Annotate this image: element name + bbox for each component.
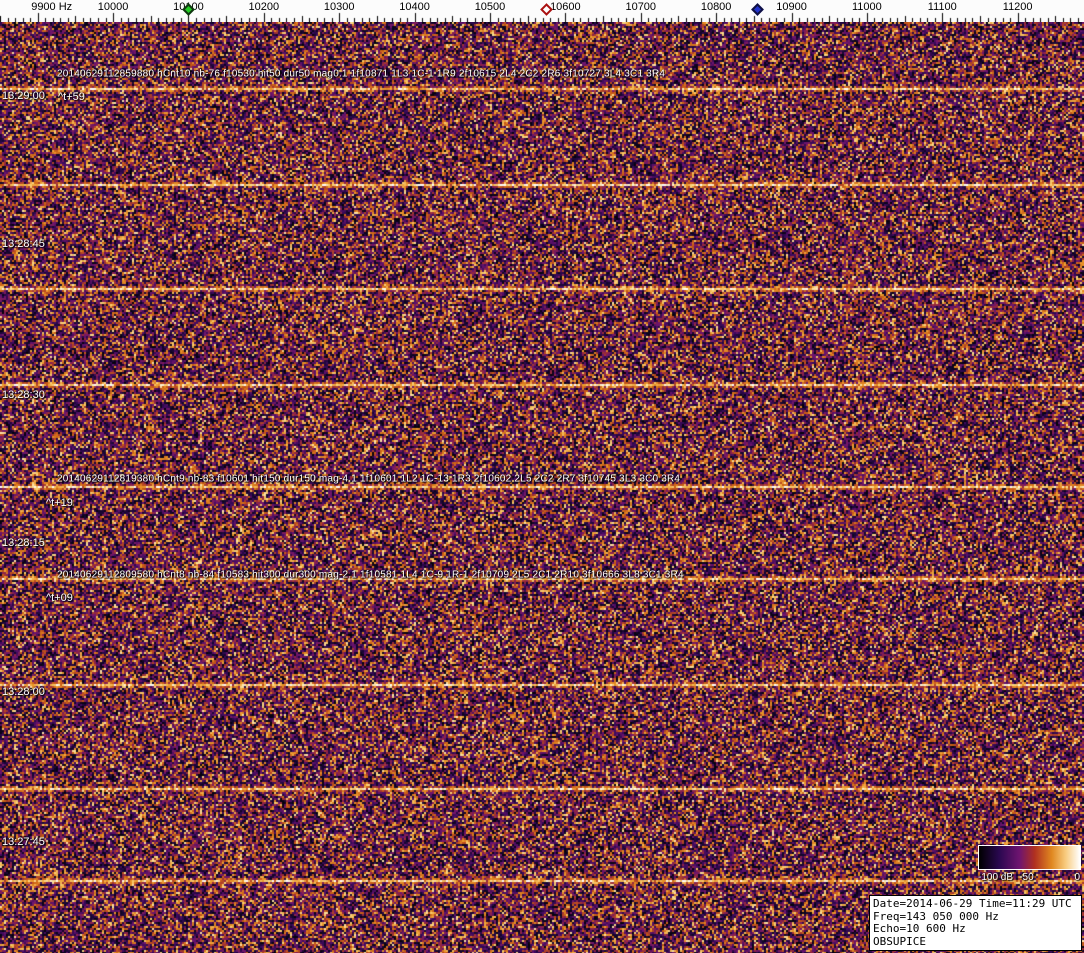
- freq-tick-label: 10900: [776, 1, 807, 13]
- freq-tick-label: 10400: [399, 1, 430, 13]
- meteor-spectrogram-app: 9900 Hz100001010010200103001040010500106…: [0, 0, 1084, 953]
- time-label: 13:29:00: [2, 90, 45, 102]
- colorbar-labels: -100 dB -50 0: [978, 872, 1081, 885]
- observation-info-box: Date=2014-06-29 Time=11:29 UTC Freq=143 0…: [869, 895, 1082, 951]
- event-time-marker: ^t+09: [46, 592, 73, 604]
- freq-tick-label: 10500: [474, 1, 506, 13]
- freq-tick-label: 10600: [550, 1, 581, 13]
- detection-annotation: 20140629112809580 hCnt8 nb-84 f10583 hit…: [57, 569, 684, 581]
- freq-tick-label: 11200: [1002, 1, 1033, 13]
- info-box-line: OBSUPICE: [873, 934, 926, 948]
- time-label: 13:27:45: [2, 836, 45, 848]
- freq-tick-label: 11000: [852, 1, 882, 13]
- freq-tick-label: 10800: [700, 1, 732, 13]
- time-label: 13:28:30: [2, 389, 45, 401]
- event-time-marker: ^t+59: [58, 91, 85, 103]
- time-label: 13:28:45: [2, 238, 45, 250]
- freq-tick-label: 10000: [97, 1, 129, 13]
- detection-annotation: 20140629112859880 hCnt10 nb-76 f10530 hi…: [57, 68, 666, 80]
- time-label: 13:28:15: [2, 537, 45, 549]
- spectrogram-waterfall-canvas: [0, 22, 1084, 953]
- colorbar-max-label: 0: [1074, 872, 1080, 883]
- detection-annotation: 20140629112819380 hCnt9 nb-83 f10601 hit…: [57, 473, 681, 485]
- colorbar-mid-label: -50: [1019, 872, 1034, 883]
- freq-tick-label: 11100: [927, 1, 957, 13]
- freq-tick-label: 10200: [248, 1, 280, 13]
- freq-tick-label: 10700: [625, 1, 657, 13]
- colorbar-legend: -100 dB -50 0: [978, 845, 1081, 885]
- freq-tick-label: 10300: [323, 1, 355, 13]
- colorbar-min-label: -100 dB: [978, 872, 1014, 883]
- frequency-ruler: 9900 Hz100001010010200103001040010500106…: [0, 0, 1084, 22]
- info-box-line: Echo=10 600 Hz: [873, 922, 966, 935]
- event-time-marker: ^t+19: [46, 497, 73, 509]
- colorbar-gradient: [978, 845, 1081, 870]
- freq-tick-label: 9900 Hz: [31, 1, 73, 13]
- time-label: 13:28:00: [2, 686, 45, 698]
- info-box-line: Date=2014-06-29 Time=11:29 UTC: [873, 897, 1072, 910]
